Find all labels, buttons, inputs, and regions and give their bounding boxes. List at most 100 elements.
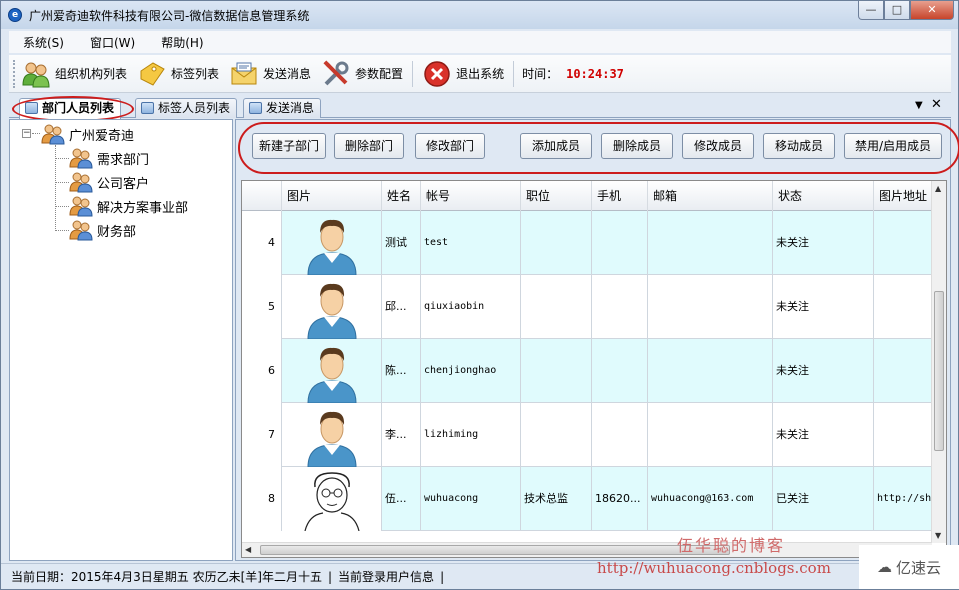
cell-img-url[interactable] [874, 275, 934, 339]
cell-account[interactable]: test [421, 211, 521, 275]
cell-email[interactable] [648, 211, 773, 275]
col-header-name[interactable]: 姓名 [382, 181, 421, 211]
avatar[interactable] [282, 467, 382, 531]
delete-member-button[interactable]: 删除成员 [601, 133, 673, 159]
col-header-account[interactable]: 帐号 [421, 181, 521, 211]
cell-name[interactable]: 陈... [382, 339, 421, 403]
cell-email[interactable] [648, 339, 773, 403]
cell-position[interactable] [521, 403, 592, 467]
menu-window[interactable]: 窗口(W) [76, 34, 147, 51]
scroll-up-icon[interactable]: ▲ [935, 184, 941, 193]
table-row[interactable]: 4 测试 test 未关注 [242, 211, 934, 275]
cell-account[interactable]: wuhuacong [421, 467, 521, 531]
cell-img-url[interactable] [874, 339, 934, 403]
close-button[interactable]: ✕ [910, 1, 954, 20]
tab-department-members[interactable]: 部门人员列表 [19, 98, 122, 119]
avatar[interactable] [282, 275, 382, 339]
tree-root-node[interactable]: 广州爱奇迪 [41, 123, 134, 145]
table-row[interactable]: 5 邱... qiuxiaobin 未关注 [242, 275, 934, 339]
cell-phone[interactable] [592, 403, 648, 467]
cell-name[interactable]: 李... [382, 403, 421, 467]
col-header-status[interactable]: 状态 [773, 181, 874, 211]
cell-name[interactable]: 测试 [382, 211, 421, 275]
tree-node-clients[interactable]: 公司客户 [69, 171, 149, 193]
vertical-scrollbar[interactable]: ▲ ▼ [931, 181, 946, 543]
grid-header: 图片 姓名 帐号 职位 手机 邮箱 状态 图片地址 [242, 181, 934, 211]
table-row[interactable]: 8 伍... wuhuacong 技术总监 18620... wuhuacong@163.… [242, 467, 934, 531]
exit-button[interactable]: 退出系统 [417, 57, 509, 91]
col-header-position[interactable]: 职位 [521, 181, 592, 211]
cell-account[interactable]: qiuxiaobin [421, 275, 521, 339]
move-member-button[interactable]: 移动成员 [763, 133, 835, 159]
org-list-button[interactable]: 组织机构列表 [16, 57, 132, 91]
cell-position[interactable] [521, 339, 592, 403]
tab-send-message[interactable]: 发送消息 [243, 98, 322, 118]
menu-help[interactable]: 帮助(H) [147, 34, 215, 51]
window-title: 广州爱奇迪软件科技有限公司-微信数据信息管理系统 [29, 9, 310, 23]
minimize-button[interactable]: — [858, 1, 884, 20]
scroll-left-icon[interactable]: ◀ [245, 545, 251, 554]
cell-phone[interactable] [592, 275, 648, 339]
tree-node-label: 财务部 [97, 224, 137, 240]
tag-list-button[interactable]: 标签列表 [132, 57, 224, 91]
table-row[interactable]: 7 李... lizhiming 未关注 [242, 403, 934, 467]
avatar[interactable] [282, 403, 382, 467]
tab-strip: 部门人员列表 标签人员列表 发送消息 ▼ ✕ [9, 96, 951, 119]
cell-position[interactable]: 技术总监 [521, 467, 592, 531]
cell-img-url[interactable] [874, 211, 934, 275]
cell-img-url[interactable] [874, 403, 934, 467]
horizontal-scroll-thumb[interactable] [260, 545, 730, 555]
toggle-member-button[interactable]: 禁用/启用成员 [844, 133, 942, 159]
delete-department-button[interactable]: 删除部门 [334, 133, 404, 159]
new-sub-department-button[interactable]: 新建子部门 [252, 133, 326, 159]
col-header-email[interactable]: 邮箱 [648, 181, 773, 211]
people-group-icon [69, 195, 93, 217]
horizontal-scrollbar[interactable]: ◀ ▶ [242, 542, 932, 557]
table-row[interactable]: 6 陈... chenjionghao 未关注 [242, 339, 934, 403]
scroll-down-icon[interactable]: ▼ [935, 531, 941, 540]
cell-account[interactable]: chenjionghao [421, 339, 521, 403]
cell-email[interactable]: wuhuacong@163.com [648, 467, 773, 531]
cell-img-url[interactable]: http://sh [874, 467, 934, 531]
cell-email[interactable] [648, 275, 773, 339]
cell-phone[interactable] [592, 339, 648, 403]
cell-position[interactable] [521, 211, 592, 275]
edit-member-button[interactable]: 修改成员 [682, 133, 754, 159]
edit-department-button[interactable]: 修改部门 [415, 133, 485, 159]
cell-phone[interactable] [592, 211, 648, 275]
menu-system[interactable]: 系统(S) [9, 34, 76, 51]
avatar[interactable] [282, 211, 382, 275]
tab-tag-members[interactable]: 标签人员列表 [135, 98, 238, 118]
department-tree: − 广州爱奇迪 需求部门 公司客户 解决方案事业部 财务部 [9, 119, 233, 561]
avatar[interactable] [282, 339, 382, 403]
tree-node-label: 需求部门 [97, 152, 150, 168]
cell-status[interactable]: 未关注 [773, 339, 874, 403]
cell-name[interactable]: 伍... [382, 467, 421, 531]
logo-text: 亿速云 [895, 558, 941, 577]
collapse-icon[interactable]: − [22, 129, 31, 138]
cell-status[interactable]: 已关注 [773, 467, 874, 531]
tab-close-icon[interactable]: ✕ [931, 97, 942, 112]
maximize-button[interactable]: □ [884, 1, 910, 20]
cell-phone[interactable]: 18620... [592, 467, 648, 531]
add-member-button[interactable]: 添加成员 [520, 133, 592, 159]
cell-status[interactable]: 未关注 [773, 275, 874, 339]
cell-name[interactable]: 邱... [382, 275, 421, 339]
cell-email[interactable] [648, 403, 773, 467]
tab-list-dropdown-icon[interactable]: ▼ [915, 100, 923, 111]
send-message-button[interactable]: 发送消息 [224, 57, 316, 91]
vertical-scroll-thumb[interactable] [934, 291, 944, 451]
cell-account[interactable]: lizhiming [421, 403, 521, 467]
tree-node-demand[interactable]: 需求部门 [69, 147, 149, 169]
current-user-text: 当前登录用户信息 [338, 570, 435, 584]
tree-node-finance[interactable]: 财务部 [69, 219, 136, 241]
tree-node-solutions[interactable]: 解决方案事业部 [69, 195, 188, 217]
exit-icon [422, 59, 452, 89]
settings-button[interactable]: 参数配置 [316, 57, 408, 91]
col-header-image-url[interactable]: 图片地址 [874, 181, 934, 211]
cell-status[interactable]: 未关注 [773, 403, 874, 467]
cell-position[interactable] [521, 275, 592, 339]
col-header-phone[interactable]: 手机 [592, 181, 648, 211]
cell-status[interactable]: 未关注 [773, 211, 874, 275]
col-header-photo[interactable]: 图片 [282, 181, 382, 211]
